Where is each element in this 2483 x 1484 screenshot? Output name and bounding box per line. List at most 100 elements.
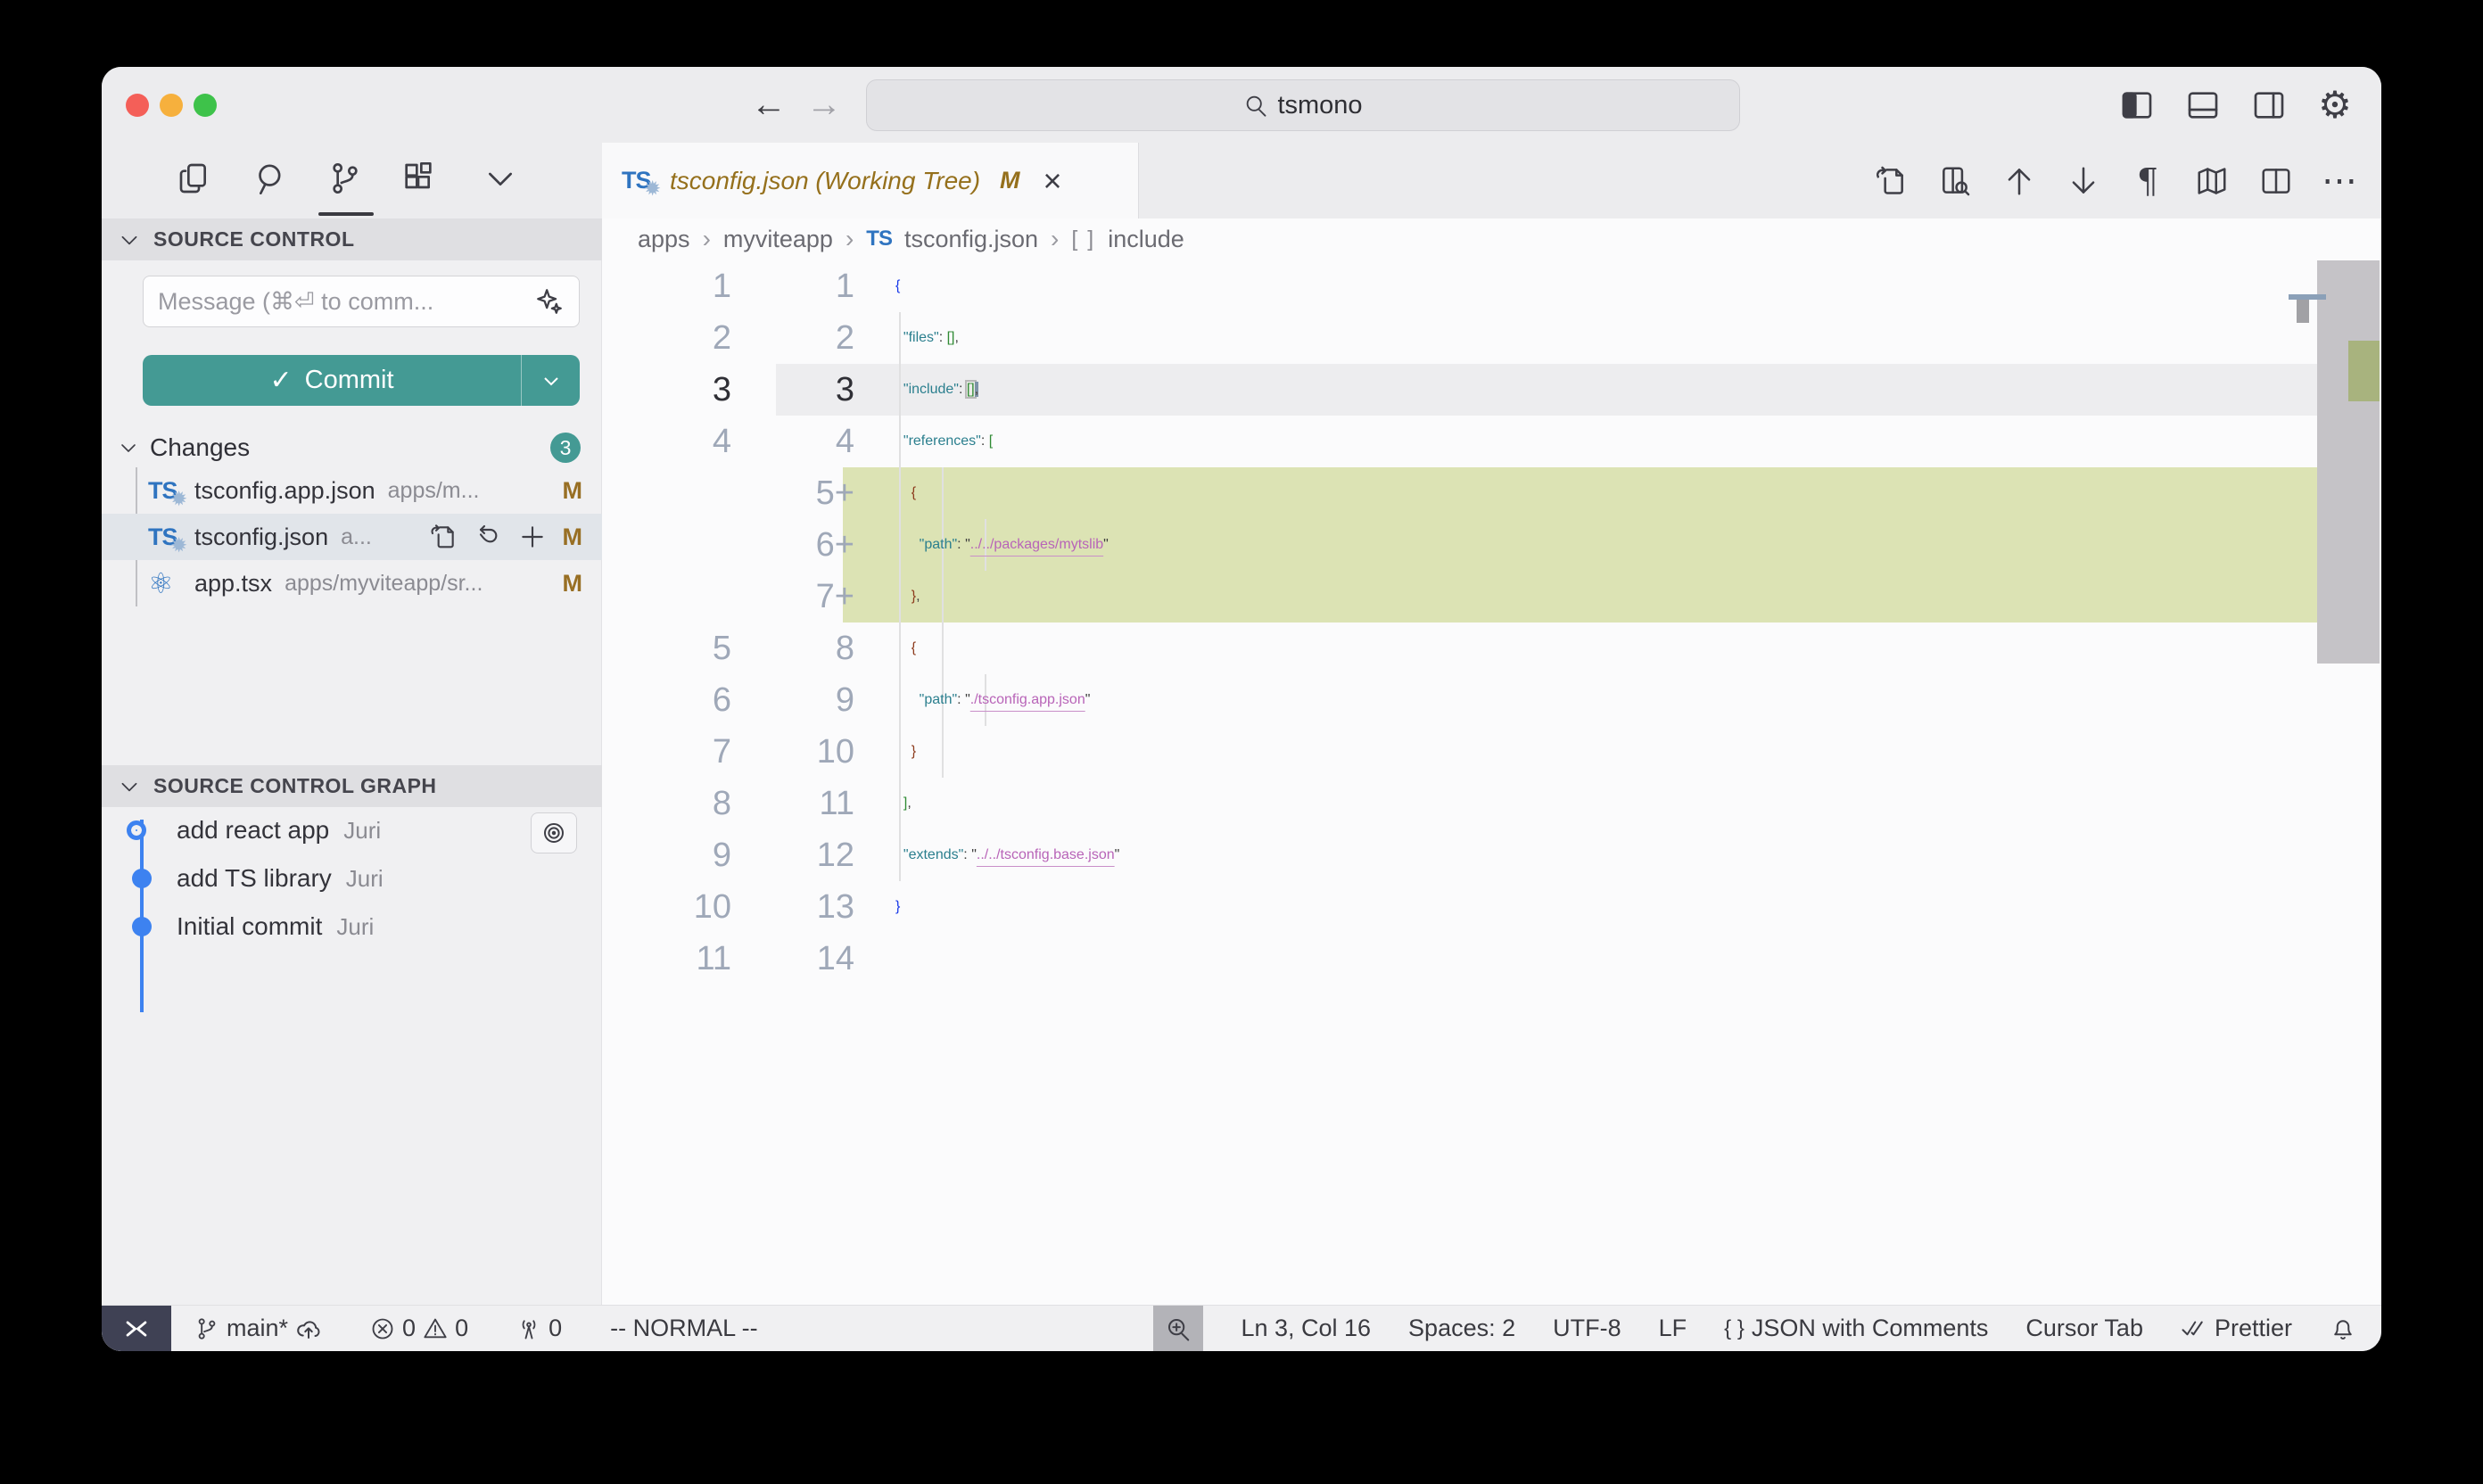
code-line[interactable]: 5+ { [102,467,2381,519]
extensions-icon [400,161,436,196]
activity-explorer-button[interactable] [175,159,214,198]
git-branch-icon [194,1316,219,1341]
code-text: { [895,485,916,501]
vscode-window: ← → tsmono ⚙ [102,67,2381,1351]
toggle-primary-sidebar-button[interactable] [2117,86,2157,125]
arrow-down-icon [2066,164,2100,198]
more-actions-button[interactable]: ⋯ [2321,161,2360,201]
modified-line-number: 9 [690,681,854,720]
toggle-secondary-sidebar-button[interactable] [2249,86,2289,125]
close-window-button[interactable] [126,94,149,117]
command-center-search[interactable]: tsmono [866,79,1740,131]
code-line[interactable]: 710 } [102,726,2381,778]
code-line[interactable]: 7+ }, [102,571,2381,622]
encoding-item[interactable]: UTF-8 [1553,1315,1621,1342]
chevron-down-icon [118,228,141,251]
toggle-whitespace-button[interactable]: ¶ [2128,161,2167,201]
tab-tsconfig-working-tree[interactable]: TS✹ tsconfig.json (Working Tree) M × [602,143,1139,218]
source-control-section-header[interactable]: SOURCE CONTROL [102,218,602,260]
breadcrumb-tsconfig[interactable]: tsconfig.json [904,226,1038,253]
toggle-panel-button[interactable] [2183,86,2223,125]
formatter-item[interactable]: Prettier [2181,1315,2292,1342]
code-line[interactable]: 1013} [102,881,2381,933]
code-line[interactable]: 22 "files": [], [102,312,2381,364]
open-file-button[interactable] [1871,161,1910,201]
modified-line-number: 3 [690,371,854,409]
layout-sidebar-left-icon [2119,87,2155,123]
eol-item[interactable]: LF [1659,1315,1687,1342]
cursor-position-item[interactable]: Ln 3, Col 16 [1241,1315,1371,1342]
code-line[interactable]: 6+ "path": "../../packages/mytslib" [102,519,2381,571]
code-line[interactable]: 33 "include": [], [102,364,2381,416]
bell-icon[interactable] [2330,1315,2356,1342]
previous-change-button[interactable] [2000,161,2039,201]
vim-mode-indicator[interactable]: -- NORMAL -- [610,1315,757,1342]
modified-line-number: 1 [690,268,854,306]
array-symbol-icon: [ ] [1071,227,1095,252]
forward-arrow-icon[interactable]: → [806,85,842,124]
breadcrumb-apps[interactable]: apps [638,226,690,253]
modified-line-number: 11 [690,785,854,823]
code-line[interactable]: 912 "extends": "../../tsconfig.base.json… [102,829,2381,881]
code-text: { [895,640,916,656]
activity-source-control-button[interactable] [326,159,365,198]
tab-close-icon[interactable]: × [1044,165,1062,197]
code-text: "files": [], [895,330,959,346]
code-line[interactable]: 811 ], [102,778,2381,829]
breadcrumb-myviteapp[interactable]: myviteapp [723,226,833,253]
indentation-item[interactable]: Spaces: 2 [1408,1315,1515,1342]
code-line[interactable]: 58 { [102,622,2381,674]
error-icon [370,1316,395,1341]
maximize-window-button[interactable] [194,94,217,117]
ports-status-item[interactable]: 0 [516,1315,562,1342]
activity-extensions-button[interactable] [399,159,438,198]
modified-line-number: 4 [690,423,854,461]
screencast-zoom-button[interactable] [1153,1306,1203,1352]
ellipsis-icon: ⋯ [2322,161,2359,202]
back-arrow-icon[interactable]: ← [751,85,787,124]
breadcrumb-separator: › [846,225,854,253]
editor-scrollbar[interactable] [2317,260,2380,664]
breadcrumb-separator: › [1051,225,1059,253]
desktop: ← → tsmono ⚙ [0,0,2483,1484]
branch-status-item[interactable]: main* [194,1315,322,1342]
cursor-tab-item[interactable]: Cursor Tab [2025,1315,2143,1342]
tab-modified-badge: M [1000,167,1020,194]
search-icon [253,161,289,196]
overview-ruler-added-marker [2348,341,2380,401]
code-text: "path": "./tsconfig.app.json" [895,692,1090,708]
code-text: "path": "../../packages/mytslib" [895,537,1109,553]
settings-button[interactable]: ⚙ [2315,86,2355,125]
code-line[interactable]: 44 "references": [ [102,416,2381,467]
error-count: 0 [402,1315,416,1342]
braces-icon: { } [1724,1316,1745,1341]
double-check-icon [2181,1315,2207,1342]
source-control-header-label: SOURCE CONTROL [153,227,355,251]
problems-status-item[interactable]: 0 0 [370,1315,468,1342]
typescript-file-icon: TS [866,227,892,251]
active-view-indicator [318,212,374,216]
activity-search-button[interactable] [252,159,291,198]
code-text: }, [895,589,920,605]
code-line[interactable]: 1114 [102,933,2381,985]
code-text: "include": [], [895,382,978,398]
toggle-map-button[interactable] [2192,161,2231,201]
modified-line-number: 14 [690,940,854,978]
language-mode-label: JSON with Comments [1752,1315,1989,1342]
code-line[interactable]: 69 "path": "./tsconfig.app.json" [102,674,2381,726]
pilcrow-icon: ¶ [2137,161,2158,201]
remote-indicator-button[interactable] [102,1306,171,1352]
language-mode-item[interactable]: { } JSON with Comments [1724,1315,1988,1342]
next-change-button[interactable] [2064,161,2103,201]
editor-tab-bar: TS✹ tsconfig.json (Working Tree) M × [602,143,2381,218]
code-text: } [895,899,900,915]
formatter-label: Prettier [2215,1315,2292,1342]
split-editor-button[interactable] [2256,161,2296,201]
minimize-window-button[interactable] [160,94,183,117]
inline-view-toggle-button[interactable] [1935,161,1975,201]
breadcrumb-include[interactable]: include [1108,226,1184,253]
activity-more-views-button[interactable] [481,159,520,198]
modified-line-number: 12 [690,837,854,875]
code-line[interactable]: 11{ [102,260,2381,312]
modified-line-number: 13 [690,888,854,927]
